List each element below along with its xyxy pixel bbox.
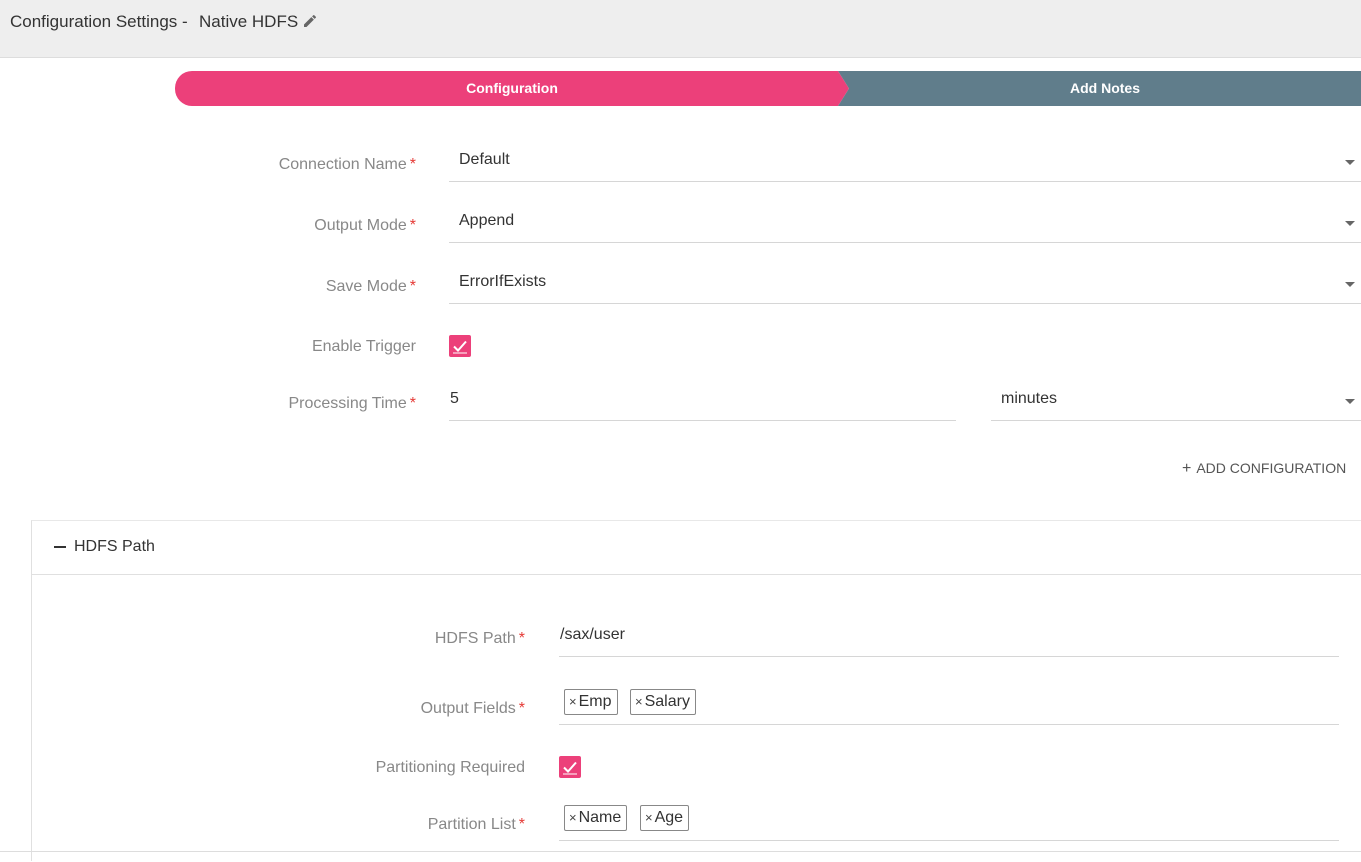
tag-remove-icon[interactable]: ×: [569, 810, 577, 825]
connector-name: Native HDFS: [199, 12, 299, 31]
partition-tag: × Age: [640, 805, 690, 831]
connection-name-value: Default: [459, 151, 510, 168]
output-field-tag: × Salary: [630, 689, 696, 715]
hdfs-path-label-text: HDFS Path: [434, 630, 516, 647]
enable-trigger-label: Enable Trigger: [311, 338, 416, 355]
processing-time-unit-value: minutes: [1001, 390, 1058, 407]
processing-time-label-text: Processing Time: [288, 395, 407, 412]
checkmark-icon: [563, 761, 577, 775]
connection-name-label-text: Connection Name: [278, 156, 407, 173]
step-configuration-label: Configuration: [466, 80, 558, 96]
processing-time-label: Processing Time *: [200, 395, 417, 413]
partition-list-tag-input[interactable]: × Name × Age: [559, 802, 1339, 841]
tag-remove-icon[interactable]: ×: [635, 694, 643, 709]
checkmark-icon: [453, 340, 467, 354]
processing-time-unit-select[interactable]: minutes: [991, 382, 1361, 421]
save-mode-label: Save Mode *: [200, 278, 416, 296]
output-mode-value: Append: [459, 212, 515, 229]
tag-label: Salary: [644, 693, 690, 710]
hdfs-path-panel: HDFS Path HDFS Path * /sax/user Output Fi…: [31, 520, 1361, 861]
hdfs-path-value: /sax/user: [560, 626, 625, 643]
partition-list-label: Partition List *: [232, 816, 525, 834]
partition-tag: × Name: [564, 805, 628, 831]
processing-time-value: 5: [450, 390, 459, 407]
partition-list-label-text: Partition List: [427, 816, 516, 833]
partitioning-required-label: Partitioning Required: [375, 759, 525, 776]
wizard-stepper: Configuration Add Notes: [175, 71, 1361, 106]
step-configuration[interactable]: Configuration: [175, 71, 849, 106]
required-marker: *: [518, 630, 525, 647]
tag-label: Age: [654, 809, 684, 826]
dropdown-caret-icon: [1345, 282, 1355, 287]
add-configuration-label: ADD CONFIGURATION: [1196, 460, 1347, 476]
tag-remove-icon[interactable]: ×: [645, 810, 653, 825]
save-mode-label-text: Save Mode: [325, 278, 407, 295]
required-marker: *: [518, 816, 525, 833]
plus-icon: +: [1182, 460, 1192, 477]
hdfs-path-panel-title: HDFS Path: [74, 538, 155, 555]
enable-trigger-checkbox[interactable]: [449, 335, 471, 357]
save-mode-select[interactable]: ErrorIfExists: [449, 265, 1361, 304]
tag-label: Name: [578, 809, 622, 826]
partitioning-required-checkbox[interactable]: [559, 756, 581, 778]
hdfs-path-input[interactable]: /sax/user: [559, 618, 1339, 657]
dropdown-caret-icon: [1345, 399, 1355, 404]
required-marker: *: [409, 395, 416, 412]
processing-time-input[interactable]: 5: [449, 382, 956, 421]
step-add-notes[interactable]: Add Notes: [838, 71, 1361, 106]
dropdown-caret-icon: [1345, 221, 1355, 226]
output-mode-select[interactable]: Append: [449, 204, 1361, 243]
dropdown-caret-icon: [1345, 160, 1355, 165]
page-title: Configuration Settings -: [10, 12, 188, 31]
step-add-notes-label: Add Notes: [1070, 80, 1140, 96]
required-marker: *: [409, 278, 416, 295]
hdfs-path-label: HDFS Path *: [232, 630, 525, 648]
save-mode-value: ErrorIfExists: [459, 273, 547, 290]
collapse-minus-icon[interactable]: [54, 546, 66, 548]
pencil-icon[interactable]: [302, 13, 318, 29]
hdfs-path-panel-header[interactable]: HDFS Path: [32, 521, 1361, 575]
header-bar: Configuration Settings - Native HDFS: [0, 0, 1361, 58]
tag-label: Emp: [578, 693, 612, 710]
output-fields-label: Output Fields *: [232, 700, 525, 718]
bottom-divider: [0, 851, 1361, 852]
add-configuration-button[interactable]: + ADD CONFIGURATION: [1182, 460, 1346, 478]
required-marker: *: [518, 700, 525, 717]
output-field-tag: × Emp: [564, 689, 618, 715]
tag-remove-icon[interactable]: ×: [569, 694, 577, 709]
output-fields-tag-input[interactable]: × Emp × Salary: [559, 686, 1339, 725]
required-marker: *: [409, 156, 416, 173]
connection-name-label: Connection Name *: [200, 156, 416, 174]
output-mode-label-text: Output Mode: [314, 217, 407, 234]
output-fields-label-text: Output Fields: [420, 700, 516, 717]
connection-name-select[interactable]: Default: [449, 143, 1361, 182]
required-marker: *: [409, 217, 416, 234]
output-mode-label: Output Mode *: [200, 217, 416, 235]
